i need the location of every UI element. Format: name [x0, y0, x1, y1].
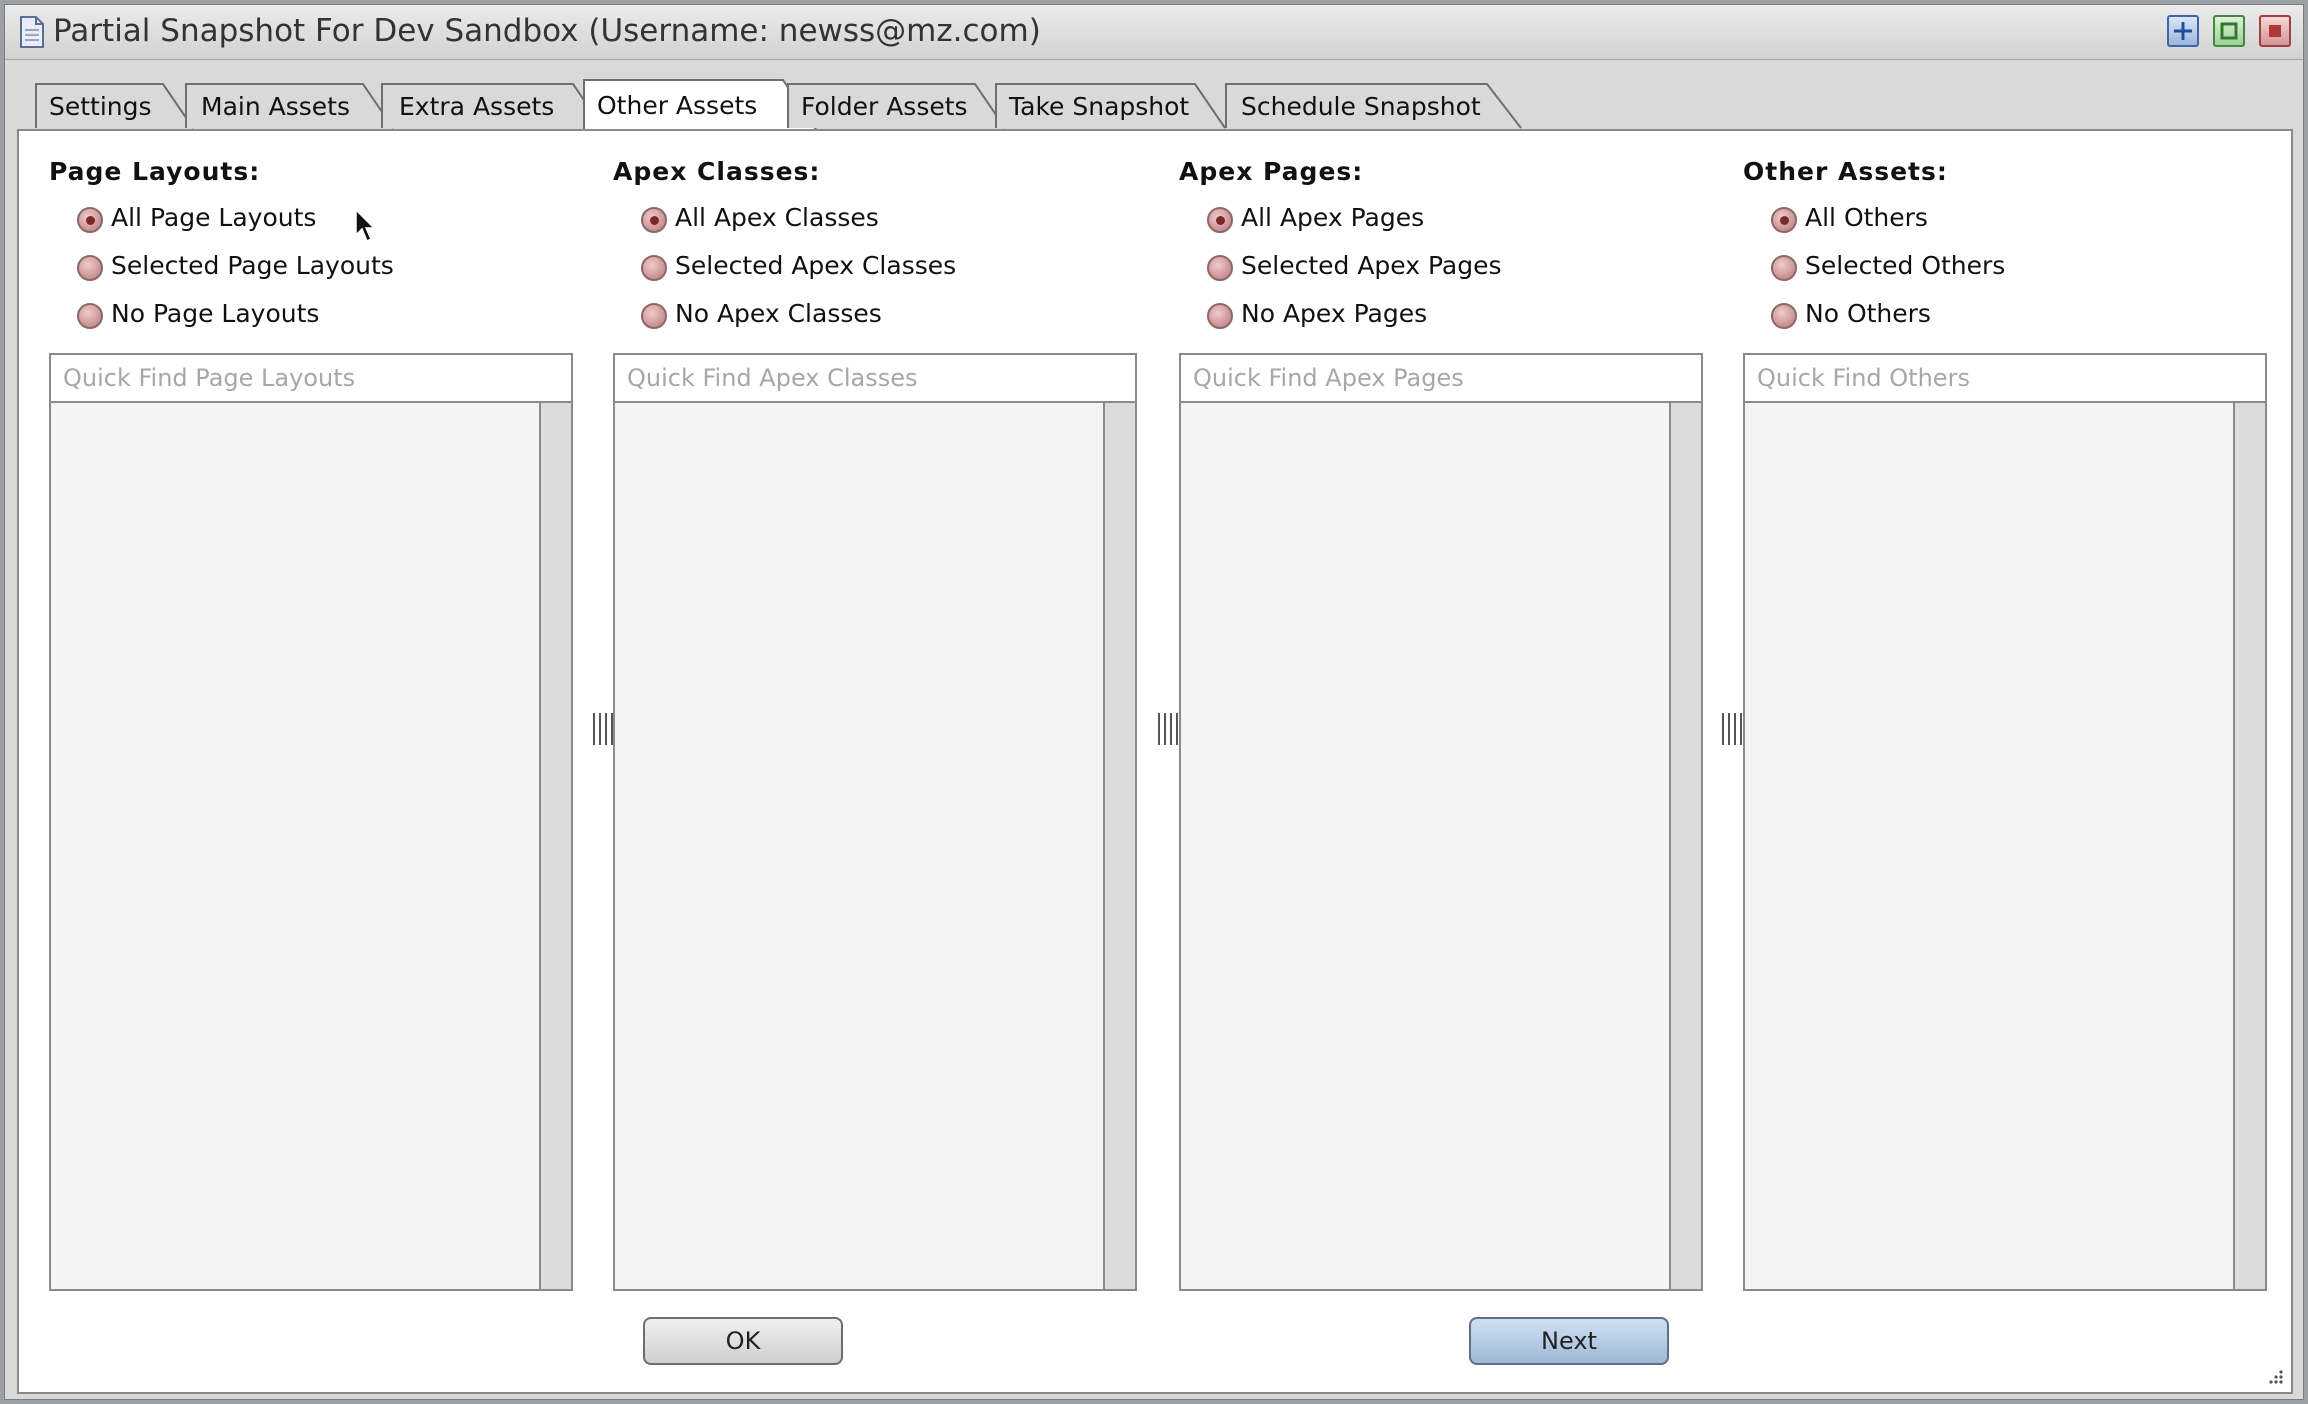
tab-label: Extra Assets	[399, 92, 555, 121]
radio-label: All Others	[1805, 203, 1928, 232]
tab-extra-assets[interactable]: Extra Assets	[381, 83, 605, 129]
tab-label: Settings	[49, 92, 152, 121]
radio-button[interactable]	[1771, 303, 1797, 329]
splitter-handle-icon[interactable]	[1719, 711, 1745, 747]
snapshot-window: Partial Snapshot For Dev Sandbox (Userna…	[4, 4, 2304, 1400]
maximize-icon	[2220, 22, 2238, 40]
radio-label: Selected Apex Pages	[1241, 251, 1502, 280]
tab-schedule-snapshot[interactable]: Schedule Snapshot	[1225, 83, 1525, 129]
vertical-scrollbar[interactable]	[1669, 403, 1701, 1289]
maximize-window-button[interactable]	[2213, 15, 2245, 47]
tab-label: Folder Assets	[801, 92, 968, 121]
radio-label: All Page Layouts	[111, 203, 317, 232]
others-list[interactable]	[1743, 401, 2267, 1291]
ok-button[interactable]: OK	[643, 1317, 843, 1365]
apex-classes-column: Apex Classes: All Apex Classes Selected …	[613, 131, 1137, 1291]
mouse-pointer-icon	[355, 209, 376, 243]
radio-button[interactable]	[77, 255, 103, 281]
other-assets-panel: Page Layouts: All Page Layouts Selected …	[17, 129, 2293, 1394]
tab-take-snapshot[interactable]: Take Snapshot	[995, 83, 1227, 129]
next-button[interactable]: Next	[1469, 1317, 1669, 1365]
tab-label: Other Assets	[597, 91, 758, 120]
radio-button[interactable]	[1207, 255, 1233, 281]
tab-main-assets[interactable]: Main Assets	[185, 83, 395, 129]
other-assets-heading: Other Assets:	[1743, 157, 1948, 186]
radio-button[interactable]	[641, 207, 667, 233]
radio-label: Selected Page Layouts	[111, 251, 394, 280]
vertical-scrollbar[interactable]	[2233, 403, 2265, 1289]
radio-button[interactable]	[1207, 207, 1233, 233]
radio-button[interactable]	[77, 207, 103, 233]
document-icon	[20, 16, 44, 48]
apex-classes-search-input[interactable]	[613, 353, 1137, 403]
radio-button[interactable]	[641, 303, 667, 329]
radio-label: No Others	[1805, 299, 1931, 328]
radio-button[interactable]	[1771, 255, 1797, 281]
apex-pages-heading: Apex Pages:	[1179, 157, 1364, 186]
close-icon	[2269, 25, 2281, 37]
window-title: Partial Snapshot For Dev Sandbox (Userna…	[53, 13, 1041, 49]
tab-other-assets[interactable]: Other Assets	[583, 79, 819, 131]
vertical-scrollbar[interactable]	[539, 403, 571, 1289]
tab-folder-assets[interactable]: Folder Assets	[787, 83, 1007, 129]
tab-label: Schedule Snapshot	[1241, 92, 1481, 121]
page-layouts-list[interactable]	[49, 401, 573, 1291]
radio-button[interactable]	[1771, 207, 1797, 233]
tab-label: Take Snapshot	[1009, 92, 1190, 121]
apex-pages-column: Apex Pages: All Apex Pages Selected Apex…	[1179, 131, 1703, 1291]
close-window-button[interactable]	[2259, 15, 2291, 47]
radio-label: Selected Apex Classes	[675, 251, 957, 280]
radio-label: No Apex Pages	[1241, 299, 1428, 328]
apex-pages-search-input[interactable]	[1179, 353, 1703, 403]
radio-button[interactable]	[77, 303, 103, 329]
page-layouts-column: Page Layouts: All Page Layouts Selected …	[49, 131, 573, 1291]
apex-classes-list[interactable]	[613, 401, 1137, 1291]
tab-label: Main Assets	[201, 92, 350, 121]
other-assets-column: Other Assets: All Others Selected Others…	[1743, 131, 2267, 1291]
page-layouts-search-input[interactable]	[49, 353, 573, 403]
apex-pages-list[interactable]	[1179, 401, 1703, 1291]
others-search-input[interactable]	[1743, 353, 2267, 403]
radio-label: No Page Layouts	[111, 299, 320, 328]
resize-grip-icon[interactable]	[2265, 1366, 2285, 1386]
radio-label: No Apex Classes	[675, 299, 882, 328]
add-window-button[interactable]	[2167, 15, 2199, 47]
radio-label: Selected Others	[1805, 251, 2006, 280]
radio-label: All Apex Classes	[675, 203, 879, 232]
radio-label: All Apex Pages	[1241, 203, 1425, 232]
title-bar[interactable]: Partial Snapshot For Dev Sandbox (Userna…	[5, 5, 2303, 60]
vertical-scrollbar[interactable]	[1103, 403, 1135, 1289]
page-layouts-heading: Page Layouts:	[49, 157, 261, 186]
radio-button[interactable]	[1207, 303, 1233, 329]
add-icon	[2174, 22, 2192, 40]
splitter-handle-icon[interactable]	[1155, 711, 1181, 747]
radio-button[interactable]	[641, 255, 667, 281]
tab-settings[interactable]: Settings	[35, 83, 195, 129]
apex-classes-heading: Apex Classes:	[613, 157, 821, 186]
